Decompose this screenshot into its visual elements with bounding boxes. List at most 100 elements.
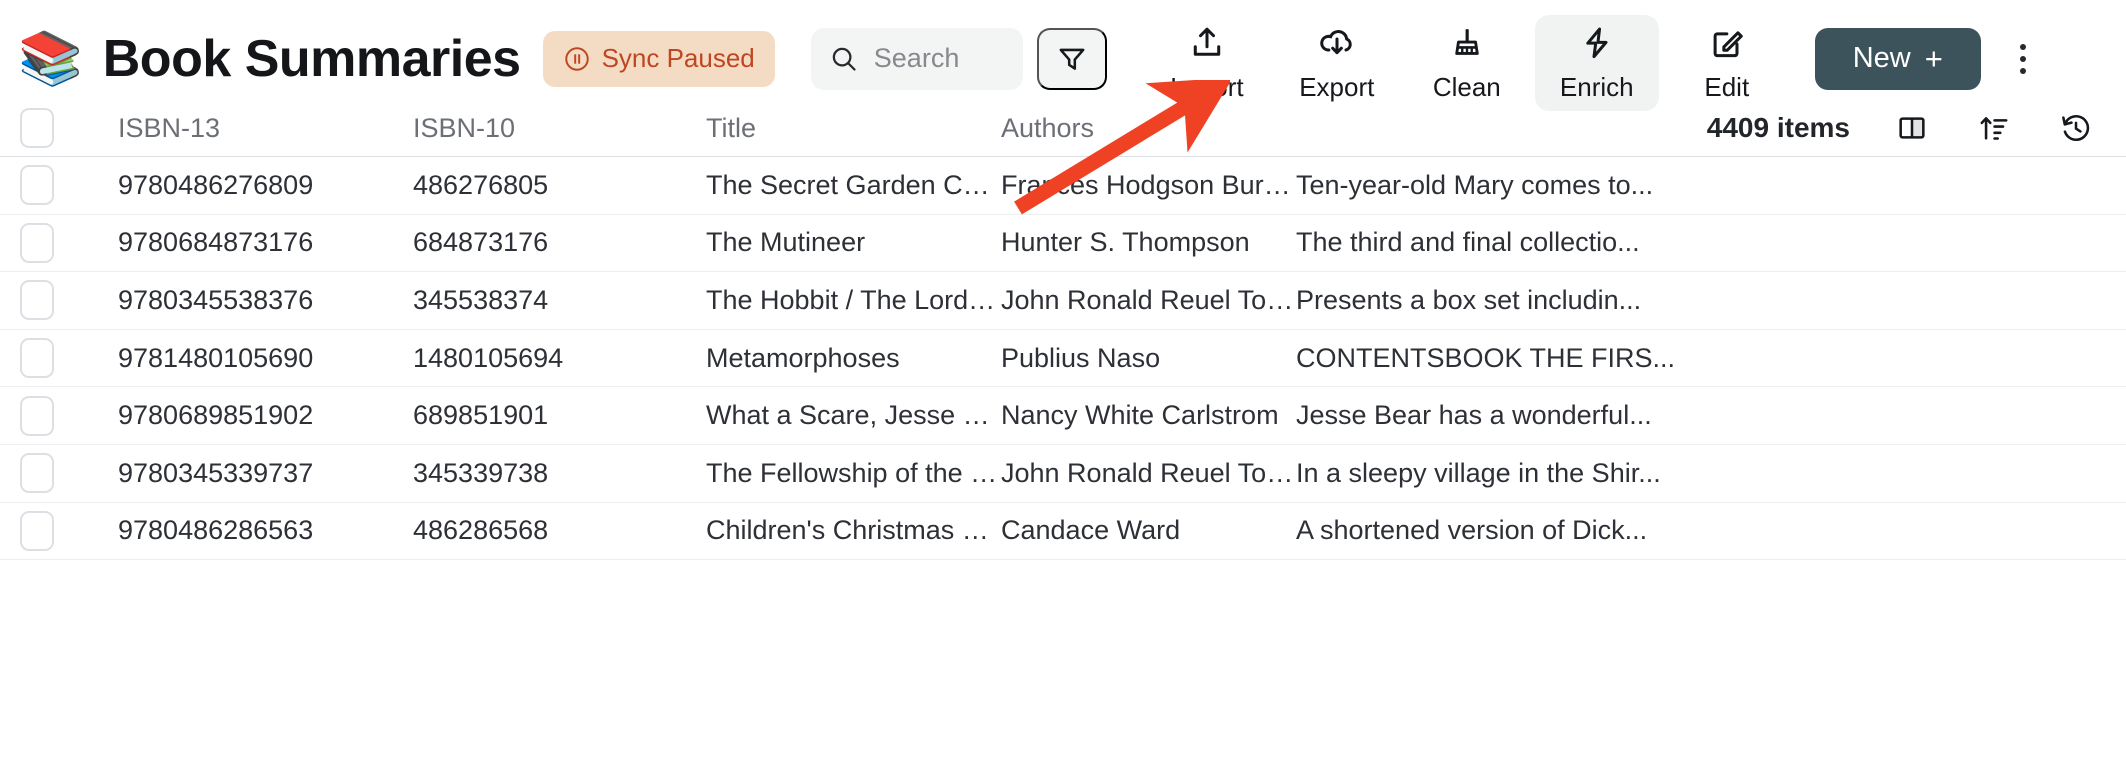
cell-summary[interactable]: In a sleepy village in the Shir... (1296, 458, 2126, 489)
cell-isbn10[interactable]: 486276805 (413, 170, 706, 201)
column-header-title[interactable]: Title (706, 113, 1001, 144)
enrich-button[interactable]: Enrich (1534, 14, 1659, 111)
cell-authors[interactable]: John Ronald Reuel Tolkien (1001, 285, 1296, 316)
table-row[interactable]: 9781480105690 1480105694 Metamorphoses Publ… (0, 330, 2126, 388)
cell-summary-text: CONTENTSBOOK THE FIRS... (1296, 342, 1676, 373)
row-checkbox[interactable] (20, 338, 54, 379)
cell-isbn10[interactable]: 345538374 (413, 285, 706, 316)
row-checkbox[interactable] (20, 395, 54, 436)
cell-summary[interactable]: Jesse Bear has a wonderful... (1296, 400, 2126, 431)
cell-authors-text: Hunter S. Thompson (1001, 227, 1250, 258)
funnel-icon (1059, 48, 1085, 70)
kebab-dot (2019, 67, 2026, 74)
cell-isbn13[interactable]: 9780689851902 (118, 400, 413, 431)
row-checkbox[interactable] (20, 510, 54, 551)
kebab-dot (2019, 43, 2026, 50)
data-table: ISBN-13 ISBN-10 Title Authors 4409 items (0, 100, 2126, 561)
table-row[interactable]: 9780486286563 486286568 Children's Christm… (0, 503, 2126, 561)
kebab-dot (2019, 55, 2026, 62)
cell-title-text: Children's Christmas Stories... (706, 515, 1001, 546)
row-checkbox[interactable] (20, 280, 54, 321)
filter-button[interactable] (1036, 27, 1107, 90)
split-panel-icon[interactable] (1892, 108, 1932, 148)
cell-isbn13[interactable]: 9780345339737 (118, 458, 413, 489)
cell-isbn13[interactable]: 9780486286563 (118, 515, 413, 546)
cell-title[interactable]: What a Scare, Jesse Bear (706, 400, 1001, 431)
cell-title-text: The Secret Garden Coloring ... (706, 169, 1001, 200)
app-window: 📚 Book Summaries Sync Paused Search Impo… (0, 0, 2126, 777)
pause-circle-icon (564, 46, 589, 71)
cell-title[interactable]: The Mutineer (706, 227, 1001, 258)
books-icon: 📚 (18, 29, 83, 88)
table-row[interactable]: 9780345538376 345538374 The Hobbit / The L… (0, 272, 2126, 330)
cell-authors-text: Candace Ward (1001, 515, 1181, 546)
row-checkbox[interactable] (20, 453, 54, 494)
edit-button[interactable]: Edit (1665, 15, 1789, 111)
select-all-checkbox[interactable] (20, 108, 54, 148)
cell-summary-text: The third and final collectio... (1296, 227, 1640, 258)
cell-summary-text: In a sleepy village in the Shir... (1296, 457, 1661, 488)
row-select-cell (0, 222, 118, 263)
history-clock-icon[interactable] (2056, 108, 2096, 148)
cell-isbn13[interactable]: 9780486276809 (118, 170, 413, 201)
select-all-cell (0, 108, 118, 148)
cell-summary-text: Jesse Bear has a wonderful... (1296, 400, 1652, 431)
item-count-label: 4409 items (1706, 112, 1850, 143)
cell-isbn10[interactable]: 684873176 (413, 227, 706, 258)
table-row[interactable]: 9780486276809 486276805 The Secret Garden … (0, 157, 2126, 215)
column-header-isbn10[interactable]: ISBN-10 (413, 113, 706, 144)
sort-ascending-icon[interactable] (1974, 108, 2014, 148)
column-header-isbn13[interactable]: ISBN-13 (118, 113, 413, 144)
cell-isbn10[interactable]: 486286568 (413, 515, 706, 546)
pencil-square-icon (1708, 22, 1746, 64)
cell-isbn10-text: 486276805 (413, 169, 549, 200)
cell-authors[interactable]: Hunter S. Thompson (1001, 227, 1296, 258)
cell-isbn13[interactable]: 9780684873176 (118, 227, 413, 258)
page-title: Book Summaries (102, 29, 521, 88)
cell-isbn13[interactable]: 9780345538376 (118, 285, 413, 316)
cell-summary-text: Presents a box set includin... (1296, 284, 1642, 315)
row-select-cell (0, 280, 118, 321)
cell-title[interactable]: Children's Christmas Stories... (706, 515, 1001, 546)
cell-summary[interactable]: Presents a box set includin... (1296, 285, 2126, 316)
cell-isbn13-text: 9780684873176 (118, 227, 314, 258)
row-checkbox[interactable] (20, 222, 54, 263)
cell-summary[interactable]: CONTENTSBOOK THE FIRS... (1296, 343, 2126, 374)
cell-isbn10[interactable]: 345339738 (413, 458, 706, 489)
cell-isbn10[interactable]: 1480105694 (413, 343, 706, 374)
cell-authors[interactable]: Frances Hodgson Burnett (1001, 170, 1296, 201)
import-button[interactable]: Import (1145, 15, 1269, 111)
cell-summary[interactable]: A shortened version of Dick... (1296, 515, 2126, 546)
export-button[interactable]: Export (1275, 15, 1399, 111)
cell-title[interactable]: The Hobbit / The Lord of th... (706, 285, 1001, 316)
cell-isbn13-text: 9780689851902 (118, 400, 314, 431)
cell-title[interactable]: The Secret Garden Coloring ... (706, 170, 1001, 201)
cell-authors[interactable]: John Ronald Reuel Tolkien (1001, 458, 1296, 489)
search-box[interactable] (810, 27, 1023, 90)
cell-summary[interactable]: The third and final collectio... (1296, 227, 2126, 258)
plus-icon: + (1924, 41, 1943, 76)
cell-summary[interactable]: Ten-year-old Mary comes to... (1296, 170, 2126, 201)
upload-icon (1188, 22, 1226, 64)
row-checkbox[interactable] (20, 165, 54, 206)
column-header-authors[interactable]: Authors (1001, 113, 1296, 144)
cell-authors[interactable]: Publius Naso (1001, 343, 1296, 374)
cell-isbn10-text: 486286568 (413, 515, 549, 546)
new-button[interactable]: New + (1814, 27, 1981, 90)
search-icon (832, 47, 856, 71)
cell-isbn13[interactable]: 9781480105690 (118, 343, 413, 374)
cell-title[interactable]: The Fellowship of the Ring (706, 458, 1001, 489)
cell-title[interactable]: Metamorphoses (706, 343, 1001, 374)
table-header-tools: 4409 items (1707, 108, 2126, 148)
clean-button[interactable]: Clean (1405, 15, 1529, 111)
search-input[interactable] (873, 43, 1004, 74)
table-row[interactable]: 9780684873176 684873176 The Mutineer Hunter… (0, 215, 2126, 273)
cell-authors[interactable]: Nancy White Carlstrom (1001, 400, 1296, 431)
overflow-menu-button[interactable] (2003, 28, 2043, 90)
table-row[interactable]: 9780689851902 689851901 What a Scare, Jess… (0, 387, 2126, 445)
cell-authors[interactable]: Candace Ward (1001, 515, 1296, 546)
table-row[interactable]: 9780345339737 345339738 The Fellowship of … (0, 445, 2126, 503)
edit-label: Edit (1704, 72, 1750, 102)
cell-isbn10[interactable]: 689851901 (413, 400, 706, 431)
lightning-icon (1578, 22, 1616, 64)
